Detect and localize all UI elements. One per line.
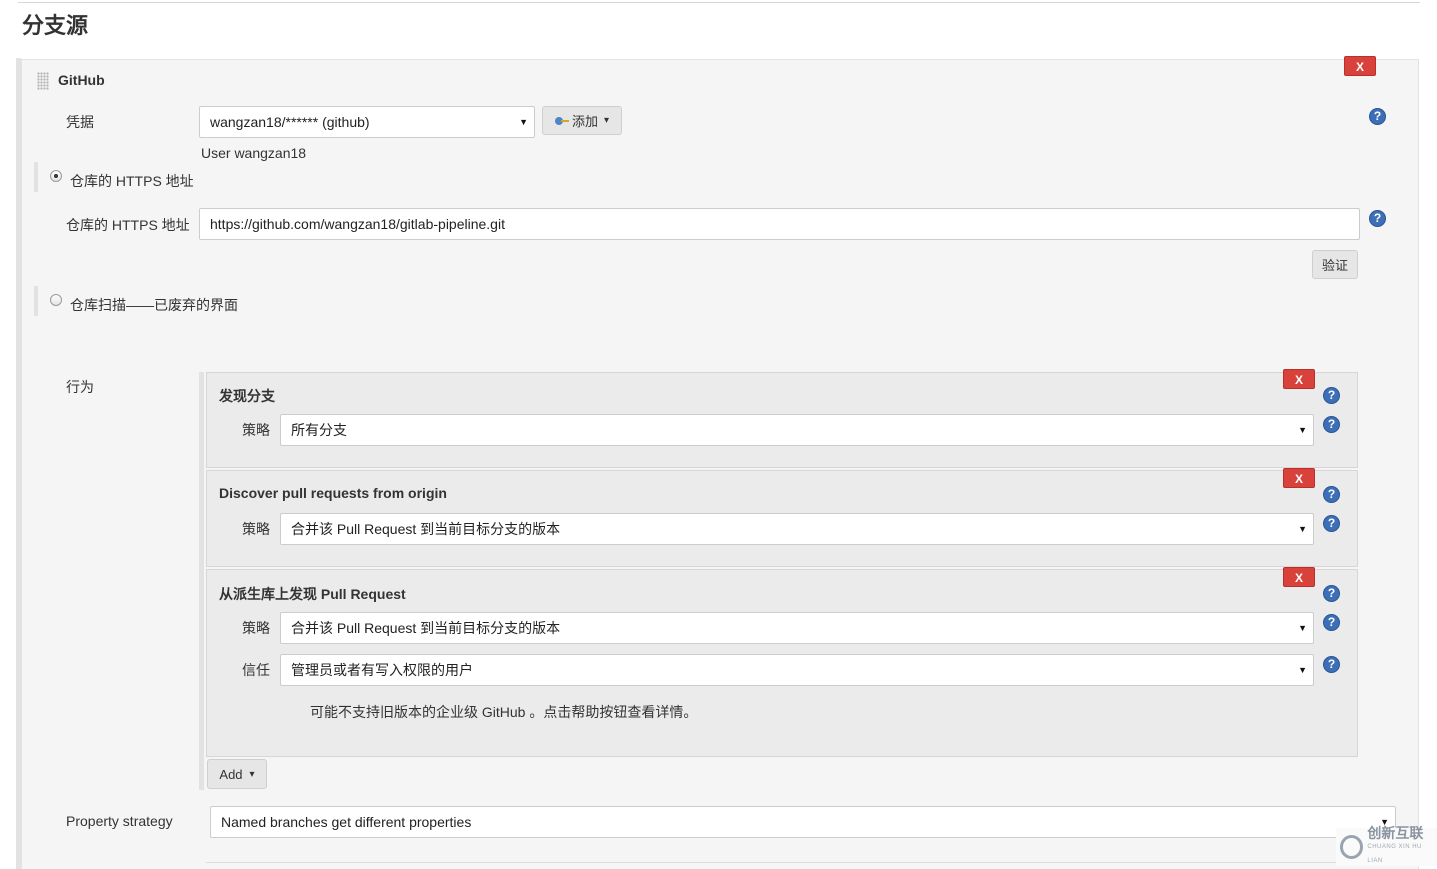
trust-value: 管理员或者有写入权限的用户 (291, 662, 473, 678)
source-title: GitHub (58, 72, 105, 88)
mode-https-radio[interactable] (50, 170, 62, 182)
delete-source-button[interactable]: X (1344, 56, 1376, 76)
https-url-help-icon[interactable]: ? (1369, 210, 1386, 227)
strategy-value: 所有分支 (291, 422, 347, 438)
chevron-down-icon: ▼ (1298, 524, 1307, 534)
watermark-subtext: CHUANG XIN HU LIAN (1367, 844, 1422, 864)
trust-help-icon[interactable]: ? (1323, 656, 1340, 673)
watermark-text: 创新互联 (1367, 825, 1424, 841)
https-url-input[interactable]: https://github.com/wangzan18/gitlab-pipe… (199, 208, 1360, 240)
behaviors-label: 行为 (66, 379, 94, 395)
add-behavior-button[interactable]: Add ▾ (207, 759, 267, 789)
strategy-select[interactable]: 合并该 Pull Request 到当前目标分支的版本 ▼ (280, 612, 1314, 644)
property-strategy-select[interactable]: Named branches get different properties … (210, 806, 1396, 838)
strategy-value: 合并该 Pull Request 到当前目标分支的版本 (291, 521, 561, 537)
strategy-value: 合并该 Pull Request 到当前目标分支的版本 (291, 620, 561, 636)
chevron-down-icon: ▼ (1298, 425, 1307, 435)
property-strategy-value: Named branches get different properties (221, 814, 472, 830)
behavior-help-icon[interactable]: ? (1323, 585, 1340, 602)
add-behavior-label: Add (219, 766, 243, 782)
add-credentials-button[interactable]: 添加 ▾ (542, 106, 622, 135)
top-divider (18, 2, 1420, 3)
mode-scan-label: 仓库扫描——已废弃的界面 (70, 297, 238, 313)
add-credentials-label: 添加 (571, 114, 598, 129)
strategy-label: 策略 (242, 422, 270, 438)
key-icon (554, 116, 569, 125)
behavior-title: 发现分支 (219, 388, 275, 404)
credentials-user-hint: User wangzan18 (201, 145, 307, 161)
mode-scan-radio[interactable] (50, 294, 62, 306)
strategy-select[interactable]: 所有分支 ▼ (280, 414, 1314, 446)
drag-handle-icon[interactable] (37, 72, 49, 90)
delete-behavior-button[interactable]: X (1283, 369, 1315, 389)
strategy-select[interactable]: 合并该 Pull Request 到当前目标分支的版本 ▼ (280, 513, 1314, 545)
credentials-label: 凭据 (66, 114, 94, 130)
property-strategy-label: Property strategy (66, 813, 173, 829)
credentials-value: wangzan18/****** (github) (210, 114, 370, 130)
validate-button[interactable]: 验证 (1312, 250, 1358, 279)
logo-icon (1340, 835, 1364, 859)
behaviors-bar (199, 372, 204, 790)
behavior-title: 从派生库上发现 Pull Request (219, 586, 406, 602)
behavior-help-icon[interactable]: ? (1323, 387, 1340, 404)
mode-scan-bar (34, 286, 38, 316)
strategy-help-icon[interactable]: ? (1323, 614, 1340, 631)
strategy-label: 策略 (242, 521, 270, 537)
trust-select[interactable]: 管理员或者有写入权限的用户 ▼ (280, 654, 1314, 686)
chevron-down-icon: ▼ (1298, 665, 1307, 675)
chevron-down-icon: ▾ (249, 768, 255, 780)
credentials-select[interactable]: wangzan18/****** (github) ▼ (199, 106, 535, 138)
mode-https-label: 仓库的 HTTPS 地址 (70, 173, 194, 189)
watermark-logo: 创新互联 CHUANG XIN HU LIAN (1336, 825, 1437, 866)
chevron-down-icon: ▼ (519, 117, 528, 127)
section-title: 分支源 (22, 13, 89, 38)
behavior-title: Discover pull requests from origin (219, 485, 447, 501)
fork-pr-note: 可能不支持旧版本的企业级 GitHub 。点击帮助按钮查看详情。 (310, 704, 698, 720)
bottom-divider (206, 862, 1356, 863)
behavior-help-icon[interactable]: ? (1323, 486, 1340, 503)
strategy-label: 策略 (242, 620, 270, 636)
chevron-down-icon: ▼ (1298, 623, 1307, 633)
credentials-help-icon[interactable]: ? (1369, 108, 1386, 125)
trust-label: 信任 (242, 662, 270, 678)
https-url-label: 仓库的 HTTPS 地址 (66, 217, 190, 233)
chevron-down-icon: ▾ (603, 115, 610, 126)
delete-behavior-button[interactable]: X (1283, 468, 1315, 488)
mode-https-bar (34, 162, 38, 192)
strategy-help-icon[interactable]: ? (1323, 416, 1340, 433)
delete-behavior-button[interactable]: X (1283, 567, 1315, 587)
strategy-help-icon[interactable]: ? (1323, 515, 1340, 532)
